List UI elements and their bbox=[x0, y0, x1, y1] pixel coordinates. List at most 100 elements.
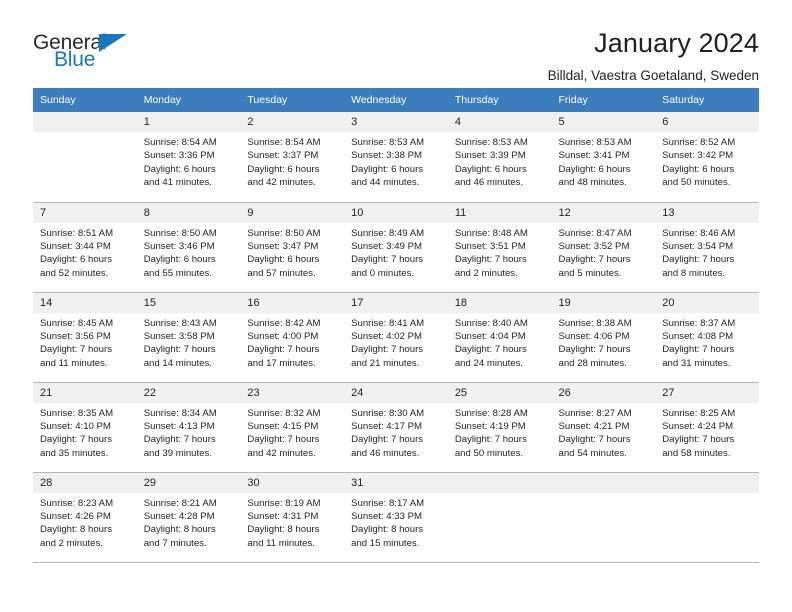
sunset-text: Sunset: 3:41 PM bbox=[558, 150, 630, 162]
daylight-text-line1: Daylight: 8 hours bbox=[143, 524, 216, 536]
calendar-day-cell[interactable]: 4 Sunrise: 8:53 AM Sunset: 3:39 PM Daylight… bbox=[447, 112, 552, 203]
day-details: Sunrise: 8:53 AM Sunset: 3:39 PM Daylight:… bbox=[448, 132, 552, 190]
daylight-text-line2: and 41 minutes. bbox=[143, 177, 212, 189]
day-number: 25 bbox=[447, 382, 552, 403]
daylight-text-line2: and 11 minutes. bbox=[247, 537, 315, 549]
day-number: 9 bbox=[240, 202, 345, 223]
day-number: 24 bbox=[344, 382, 448, 403]
daylight-text-line1: Daylight: 6 hours bbox=[143, 163, 216, 175]
daylight-text-line1: Daylight: 7 hours bbox=[454, 434, 527, 446]
day-details: Sunrise: 8:27 AM Sunset: 4:21 PM Daylight:… bbox=[552, 403, 656, 461]
calendar-day-cell[interactable]: 3 Sunrise: 8:53 AM Sunset: 3:38 PM Daylight… bbox=[344, 112, 448, 203]
day-details: Sunrise: 8:50 AM Sunset: 3:47 PM Daylight:… bbox=[240, 223, 344, 281]
day-details: Sunrise: 8:23 AM Sunset: 4:26 PM Daylight:… bbox=[33, 493, 137, 551]
day-number: 3 bbox=[344, 112, 448, 132]
calendar-day-cell[interactable]: 25 Sunrise: 8:28 AM Sunset: 4:19 PM Dayligh… bbox=[447, 382, 552, 473]
sunrise-text: Sunrise: 8:32 AM bbox=[247, 407, 321, 419]
calendar-day-cell[interactable]: 20 Sunrise: 8:37 AM Sunset: 4:08 PM Dayligh… bbox=[655, 292, 759, 383]
day-number: 10 bbox=[344, 202, 448, 223]
sunrise-text: Sunrise: 8:47 AM bbox=[558, 227, 632, 239]
sunrise-text: Sunrise: 8:54 AM bbox=[247, 137, 321, 148]
sunset-text: Sunset: 4:31 PM bbox=[247, 510, 319, 522]
calendar-day-cell[interactable]: 17 Sunrise: 8:41 AM Sunset: 4:02 PM Dayligh… bbox=[344, 292, 448, 383]
day-details: Sunrise: 8:38 AM Sunset: 4:06 PM Daylight:… bbox=[552, 313, 656, 371]
day-number: 19 bbox=[551, 292, 656, 313]
calendar-day-cell[interactable]: 23 Sunrise: 8:32 AM Sunset: 4:15 PM Dayligh… bbox=[240, 382, 345, 473]
calendar-day-cell[interactable]: 27 Sunrise: 8:25 AM Sunset: 4:24 PM Dayligh… bbox=[655, 382, 759, 473]
daylight-text-line1: Daylight: 8 hours bbox=[40, 524, 112, 536]
day-number: 29 bbox=[136, 472, 241, 493]
calendar-day-cell[interactable]: 26 Sunrise: 8:27 AM Sunset: 4:21 PM Dayligh… bbox=[551, 382, 656, 473]
day-number: 7 bbox=[33, 202, 137, 223]
calendar-day-cell[interactable]: 7 Sunrise: 8:51 AM Sunset: 3:44 PM Daylight… bbox=[33, 202, 137, 293]
daylight-text-line1: Daylight: 7 hours bbox=[143, 434, 216, 446]
calendar-day-cell[interactable]: 8 Sunrise: 8:50 AM Sunset: 3:46 PM Daylight… bbox=[136, 202, 241, 293]
day-number: 13 bbox=[655, 202, 759, 223]
calendar-day-cell[interactable]: 11 Sunrise: 8:48 AM Sunset: 3:51 PM Dayligh… bbox=[447, 202, 552, 293]
daylight-text-line1: Daylight: 6 hours bbox=[247, 163, 320, 175]
calendar-day-cell[interactable]: 31 Sunrise: 8:17 AM Sunset: 4:33 PM Dayligh… bbox=[344, 472, 448, 563]
daylight-text-line1: Daylight: 7 hours bbox=[143, 344, 216, 356]
sunrise-text: Sunrise: 8:52 AM bbox=[662, 137, 736, 148]
calendar-day-cell-empty bbox=[655, 472, 759, 563]
calendar-day-cell[interactable]: 29 Sunrise: 8:21 AM Sunset: 4:28 PM Dayligh… bbox=[136, 472, 241, 563]
sunrise-text: Sunrise: 8:51 AM bbox=[40, 227, 114, 239]
daylight-text-line1: Daylight: 6 hours bbox=[662, 163, 735, 175]
daylight-text-line1: Daylight: 7 hours bbox=[662, 344, 735, 356]
calendar-day-cell[interactable]: 18 Sunrise: 8:40 AM Sunset: 4:04 PM Dayligh… bbox=[447, 292, 552, 383]
sunset-text: Sunset: 4:00 PM bbox=[247, 330, 319, 342]
day-number: 20 bbox=[655, 292, 759, 313]
day-details: Sunrise: 8:30 AM Sunset: 4:17 PM Daylight:… bbox=[344, 403, 448, 461]
calendar-day-cell[interactable]: 1 Sunrise: 8:54 AM Sunset: 3:36 PM Daylight… bbox=[136, 112, 241, 203]
sunrise-text: Sunrise: 8:48 AM bbox=[454, 227, 528, 239]
daylight-text-line2: and 46 minutes. bbox=[351, 447, 420, 459]
calendar-day-cell[interactable]: 9 Sunrise: 8:50 AM Sunset: 3:47 PM Daylight… bbox=[240, 202, 345, 293]
calendar-day-cell[interactable]: 5 Sunrise: 8:53 AM Sunset: 3:41 PM Daylight… bbox=[551, 112, 656, 203]
daylight-text-line2: and 17 minutes. bbox=[247, 357, 316, 369]
calendar-day-cell[interactable]: 22 Sunrise: 8:34 AM Sunset: 4:13 PM Dayligh… bbox=[136, 382, 241, 473]
calendar-day-cell[interactable]: 14 Sunrise: 8:45 AM Sunset: 3:56 PM Dayligh… bbox=[33, 292, 137, 383]
calendar-day-cell[interactable]: 6 Sunrise: 8:52 AM Sunset: 3:42 PM Daylight… bbox=[655, 112, 759, 203]
sunrise-text: Sunrise: 8:19 AM bbox=[247, 497, 321, 509]
daylight-text-line2: and 2 minutes. bbox=[454, 267, 518, 279]
daylight-text-line2: and 57 minutes. bbox=[247, 267, 316, 279]
day-number bbox=[447, 472, 552, 493]
calendar-day-cell[interactable]: 15 Sunrise: 8:43 AM Sunset: 3:58 PM Dayligh… bbox=[136, 292, 241, 383]
sunrise-text: Sunrise: 8:46 AM bbox=[662, 227, 736, 239]
daylight-text-line2: and 2 minutes. bbox=[40, 537, 103, 549]
sunset-text: Sunset: 4:08 PM bbox=[662, 330, 734, 342]
day-number: 26 bbox=[551, 382, 656, 403]
day-number: 28 bbox=[33, 472, 137, 493]
day-details: Sunrise: 8:45 AM Sunset: 3:56 PM Daylight:… bbox=[33, 313, 137, 371]
sunrise-text: Sunrise: 8:34 AM bbox=[143, 407, 217, 419]
calendar-day-cell[interactable]: 19 Sunrise: 8:38 AM Sunset: 4:06 PM Dayligh… bbox=[551, 292, 656, 383]
calendar-day-cell[interactable]: 30 Sunrise: 8:19 AM Sunset: 4:31 PM Dayligh… bbox=[240, 472, 345, 563]
day-number: 11 bbox=[447, 202, 552, 223]
day-details: Sunrise: 8:17 AM Sunset: 4:33 PM Daylight:… bbox=[344, 493, 448, 551]
day-number: 6 bbox=[655, 112, 759, 132]
sunrise-text: Sunrise: 8:43 AM bbox=[143, 317, 217, 329]
sunset-text: Sunset: 3:36 PM bbox=[143, 150, 215, 162]
calendar-day-cell[interactable]: 10 Sunrise: 8:49 AM Sunset: 3:49 PM Dayligh… bbox=[344, 202, 448, 293]
calendar-day-cell[interactable]: 13 Sunrise: 8:46 AM Sunset: 3:54 PM Dayligh… bbox=[655, 202, 759, 293]
calendar-day-cell[interactable]: 2 Sunrise: 8:54 AM Sunset: 3:37 PM Daylight… bbox=[240, 112, 345, 203]
daylight-text-line2: and 42 minutes. bbox=[247, 177, 316, 189]
sunset-text: Sunset: 4:13 PM bbox=[143, 420, 215, 432]
daylight-text-line2: and 35 minutes. bbox=[40, 447, 109, 459]
calendar-page: General Blue January 2024 Billdal, Vaest… bbox=[0, 0, 792, 612]
calendar-day-cell[interactable]: 16 Sunrise: 8:42 AM Sunset: 4:00 PM Dayligh… bbox=[240, 292, 345, 383]
calendar-day-cell[interactable]: 12 Sunrise: 8:47 AM Sunset: 3:52 PM Dayligh… bbox=[551, 202, 656, 293]
general-blue-logo[interactable]: General Blue bbox=[33, 26, 143, 74]
calendar-day-cell[interactable]: 28 Sunrise: 8:23 AM Sunset: 4:26 PM Dayligh… bbox=[33, 472, 137, 563]
day-details: Sunrise: 8:54 AM Sunset: 3:36 PM Daylight:… bbox=[137, 132, 241, 190]
calendar-day-cell[interactable]: 21 Sunrise: 8:35 AM Sunset: 4:10 PM Dayligh… bbox=[33, 382, 137, 473]
sunrise-text: Sunrise: 8:40 AM bbox=[454, 317, 528, 329]
daylight-text-line1: Daylight: 7 hours bbox=[351, 254, 424, 266]
day-details: Sunrise: 8:19 AM Sunset: 4:31 PM Daylight:… bbox=[240, 493, 344, 551]
calendar-day-cell-empty bbox=[447, 472, 552, 563]
sunrise-text: Sunrise: 8:53 AM bbox=[558, 137, 632, 148]
sunset-text: Sunset: 4:06 PM bbox=[558, 330, 630, 342]
sunrise-text: Sunrise: 8:41 AM bbox=[351, 317, 425, 329]
day-details: Sunrise: 8:40 AM Sunset: 4:04 PM Daylight:… bbox=[448, 313, 552, 371]
calendar-day-cell[interactable]: 24 Sunrise: 8:30 AM Sunset: 4:17 PM Dayligh… bbox=[344, 382, 448, 473]
